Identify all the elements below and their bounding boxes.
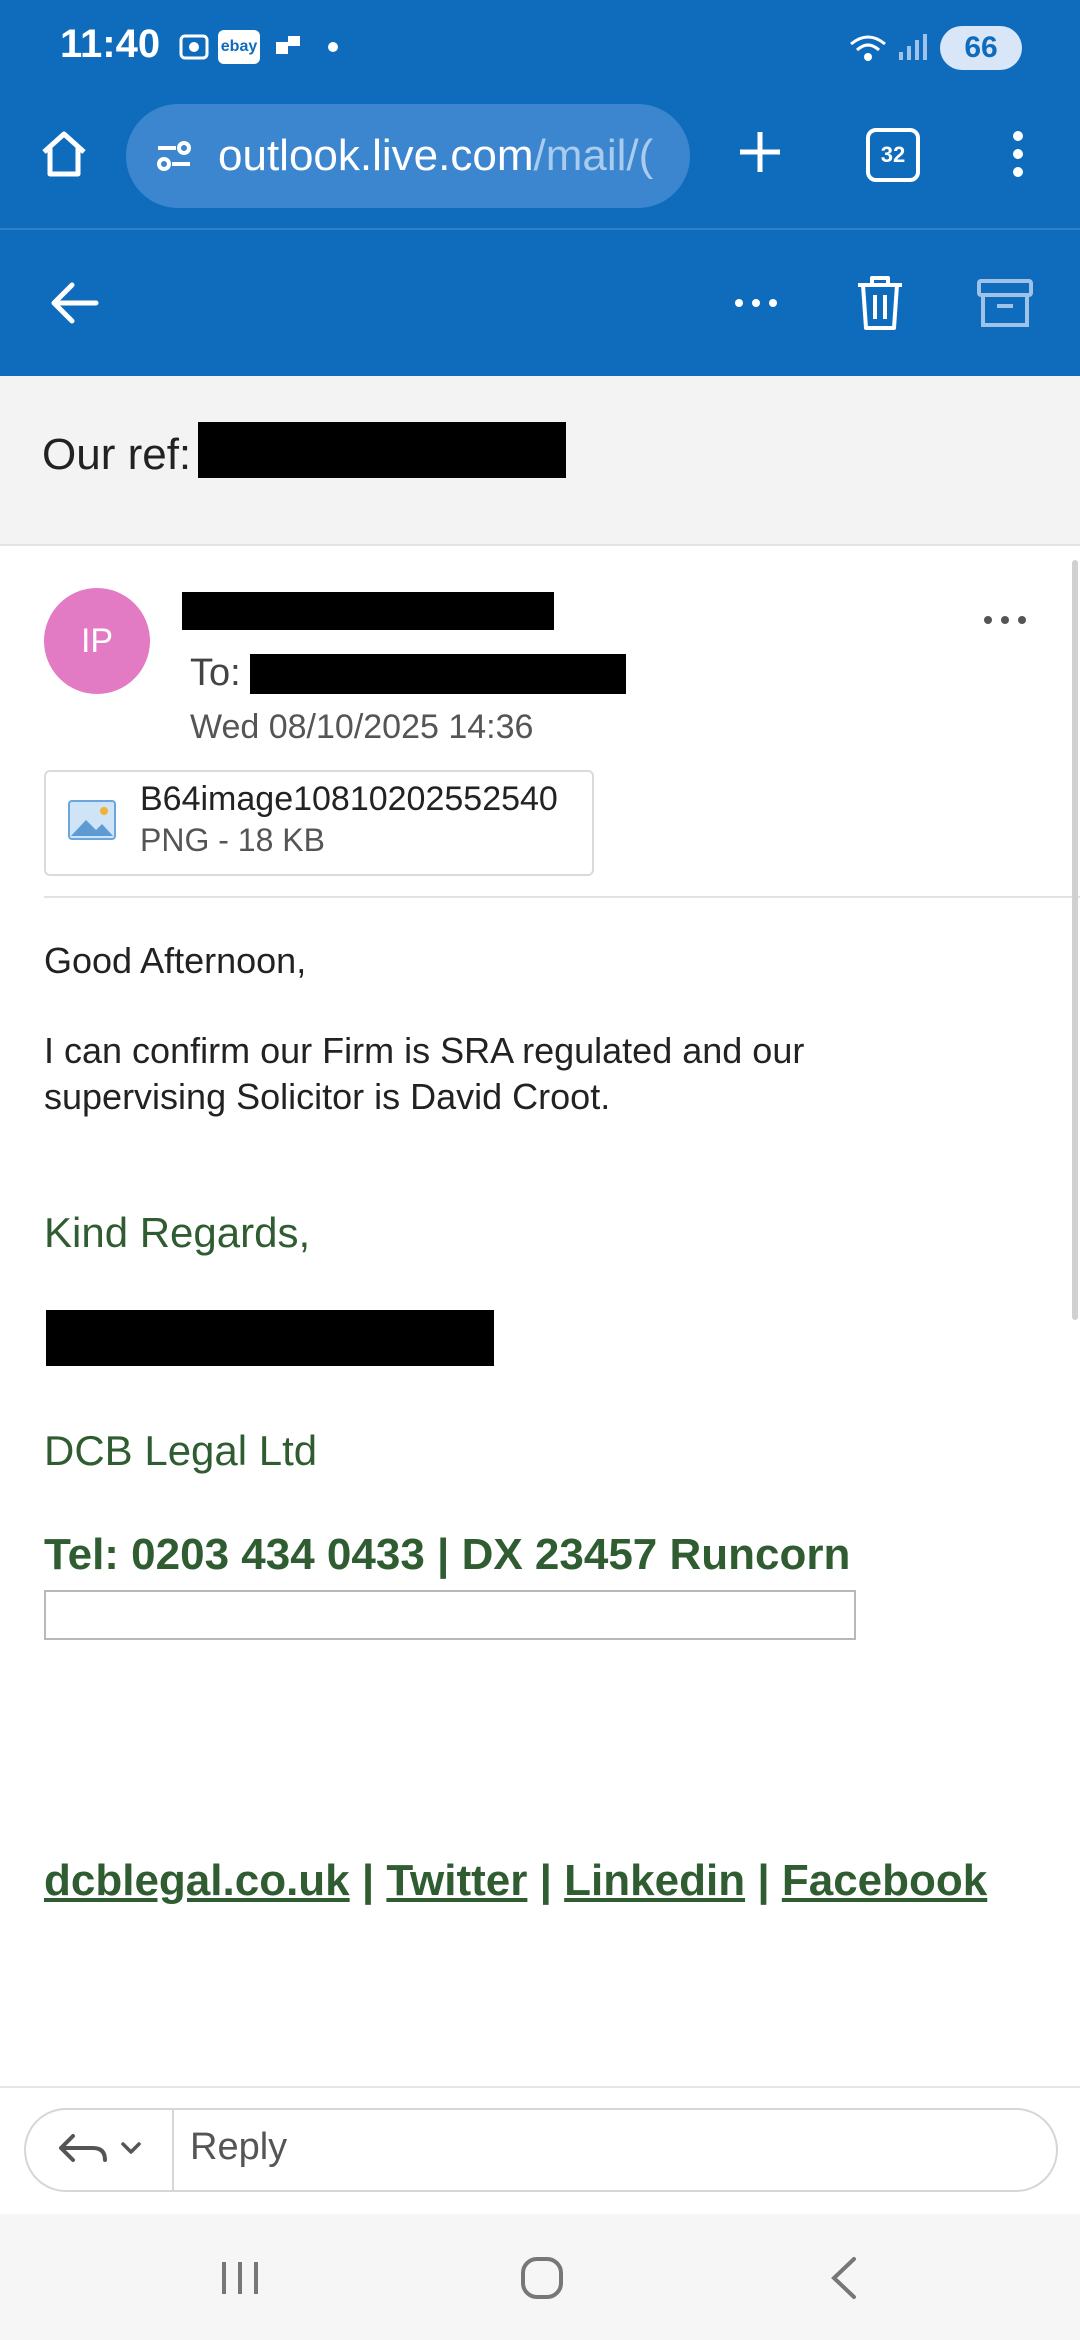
message-more-icon[interactable]	[976, 600, 1034, 640]
archive-icon[interactable]	[972, 268, 1038, 338]
browser-menu-icon[interactable]	[998, 120, 1038, 188]
company-name: DCB Legal Ltd	[44, 1427, 318, 1474]
subject-prefix: Our ref:	[42, 430, 192, 479]
link-sep: |	[757, 1856, 770, 1905]
reply-options-button[interactable]	[48, 2122, 158, 2174]
reply-divider	[172, 2110, 174, 2190]
scrollbar[interactable]	[1072, 560, 1078, 1320]
reply-input[interactable]: Reply	[190, 2126, 287, 2169]
wifi-icon	[846, 30, 890, 64]
top-chrome: 11:40 ebay 66 outlook.live.com/mail/( 32	[0, 0, 1080, 376]
url-domain: outlook.live.com	[218, 131, 534, 180]
back-nav-icon[interactable]	[814, 2248, 874, 2308]
site-settings-icon[interactable]	[154, 136, 194, 176]
redaction-subject	[198, 422, 566, 478]
sign-off: Kind Regards,	[44, 1209, 311, 1256]
redaction-signature-name	[46, 1310, 494, 1366]
address-bar[interactable]: outlook.live.com/mail/(	[126, 104, 690, 208]
ebay-icon: ebay	[218, 30, 260, 64]
link-sep: |	[361, 1856, 375, 1905]
home-icon[interactable]	[30, 120, 98, 188]
greeting: Good Afternoon,	[44, 940, 307, 981]
recent-apps-icon[interactable]	[210, 2250, 270, 2306]
redaction-sender	[182, 592, 554, 630]
reply-box[interactable]	[24, 2108, 1058, 2192]
signature-image-box	[44, 1590, 856, 1640]
home-nav-icon[interactable]	[510, 2248, 574, 2308]
tab-count-button[interactable]: 32	[866, 128, 920, 182]
chrome-divider	[0, 228, 1080, 230]
notification-icon	[272, 30, 306, 64]
reply-arrow-icon	[59, 2134, 141, 2162]
sent-date: Wed 08/10/2025 14:36	[190, 708, 534, 746]
link-sep: |	[539, 1856, 552, 1905]
attachment-name: B64image10810202552540	[140, 780, 558, 818]
new-tab-icon[interactable]	[730, 122, 790, 182]
to-label: To:	[190, 652, 241, 694]
back-arrow-icon[interactable]	[40, 270, 106, 336]
status-time: 11:40	[60, 22, 161, 66]
body-line-2: supervising Solicitor is David Croot.	[44, 1076, 611, 1117]
signal-icon	[894, 30, 930, 64]
dot-icon	[328, 42, 338, 52]
image-file-icon	[68, 800, 116, 840]
header-divider	[44, 896, 1080, 898]
more-actions-icon[interactable]	[726, 270, 786, 336]
avatar[interactable]: IP	[44, 588, 150, 694]
body-line-1: I can confirm our Firm is SRA regulated …	[44, 1030, 805, 1071]
link-website[interactable]: dcblegal.co.uk	[44, 1856, 350, 1905]
link-facebook[interactable]: Facebook	[782, 1856, 987, 1905]
screenshot-icon	[176, 30, 212, 64]
redaction-recipient	[250, 654, 626, 694]
tel-dx-line: Tel: 0203 434 0433 | DX 23457 Runcorn	[44, 1530, 851, 1579]
link-twitter[interactable]: Twitter	[386, 1856, 527, 1905]
delete-icon[interactable]	[848, 268, 912, 338]
attachment-meta: PNG - 18 KB	[140, 822, 325, 858]
link-linkedin[interactable]: Linkedin	[564, 1856, 745, 1905]
url-path: /mail/(	[533, 131, 654, 180]
signature-links: dcblegal.co.uk | Twitter | Linkedin | Fa…	[44, 1856, 987, 1906]
battery-badge: 66	[940, 26, 1022, 70]
